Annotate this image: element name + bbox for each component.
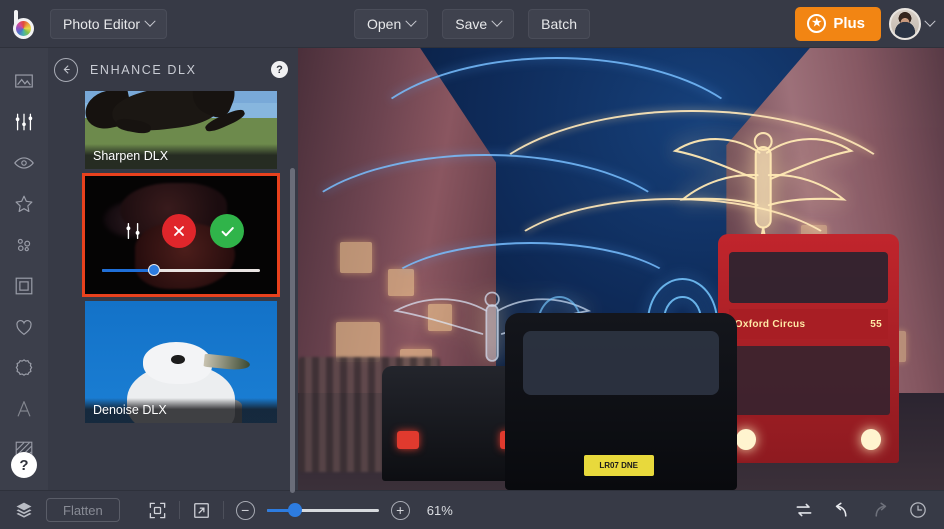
slider-handle[interactable] — [148, 264, 161, 276]
chevron-down-icon — [491, 15, 503, 27]
app-menu-button[interactable]: Photo Editor — [50, 8, 168, 39]
bus-destination-text: Oxford Circus — [734, 318, 806, 330]
open-button[interactable]: Open — [354, 8, 429, 39]
tool-rail: ? — [0, 48, 48, 490]
edited-photo: Oxford Circus 55 LR07 DNE — [298, 48, 944, 490]
sidebar-item-stickers[interactable] — [0, 347, 48, 388]
image-canvas[interactable]: Oxford Circus 55 LR07 DNE — [298, 48, 944, 490]
divider — [178, 501, 180, 519]
sidebar-item-effects[interactable] — [0, 183, 48, 224]
compare-swap-icon[interactable] — [794, 500, 814, 520]
batch-label: Batch — [541, 15, 577, 32]
app-menu-label: Photo Editor — [63, 15, 141, 32]
slider-fill — [102, 269, 155, 272]
apply-effect-button[interactable] — [210, 214, 244, 248]
list-item[interactable]: Denoise DLX — [85, 301, 277, 423]
sidebar-item-retouch[interactable] — [0, 142, 48, 183]
chevron-down-icon — [405, 15, 417, 27]
sidebar-item-text[interactable] — [0, 388, 48, 429]
panel-scrollbar[interactable] — [290, 168, 295, 493]
divider — [222, 501, 224, 519]
cancel-effect-button[interactable] — [162, 214, 196, 248]
question-mark-icon: ? — [276, 63, 283, 76]
black-taxi: LR07 DNE — [504, 313, 738, 490]
history-tools — [794, 500, 934, 520]
redo-arrow-icon[interactable] — [870, 500, 890, 520]
open-label: Open — [367, 15, 402, 32]
bottom-toolbar: Flatten − + 61% — [0, 490, 944, 529]
slider-handle[interactable] — [287, 503, 302, 517]
bus-route-number: 55 — [870, 318, 882, 330]
flatten-label: Flatten — [63, 502, 103, 518]
sidebar-item-image[interactable] — [0, 60, 48, 101]
page-title: ENHANCE DLX — [90, 62, 197, 77]
selected-effect-card[interactable] — [82, 173, 280, 297]
save-label: Save — [455, 15, 488, 32]
panel-header: ENHANCE DLX ? — [48, 48, 298, 91]
top-right-group: ★ Plus — [795, 6, 936, 41]
photo-editor-app: Photo Editor Open Save Batch ★ Plus ? EN… — [0, 0, 944, 529]
list-item-label: Sharpen DLX — [85, 144, 277, 169]
save-button[interactable]: Save — [442, 8, 515, 39]
list-item[interactable]: Sharpen DLX — [85, 91, 277, 169]
zoom-out-button[interactable]: − — [235, 500, 255, 520]
layers-icon[interactable] — [14, 500, 34, 520]
history-clock-icon[interactable] — [908, 500, 928, 520]
effect-strength-slider[interactable] — [102, 264, 260, 276]
double-decker-bus: Oxford Circus 55 — [717, 233, 899, 464]
batch-button[interactable]: Batch — [528, 8, 590, 39]
bus-destination-sign: Oxford Circus 55 — [728, 309, 888, 340]
account-menu[interactable] — [889, 7, 936, 40]
sidebar-item-frames[interactable] — [0, 265, 48, 306]
sidebar-item-adjust[interactable] — [0, 101, 48, 142]
sidebar-item-favorites[interactable] — [0, 306, 48, 347]
help-button[interactable]: ? — [11, 452, 37, 478]
flatten-button[interactable]: Flatten — [46, 498, 120, 522]
star-badge-icon: ★ — [807, 14, 827, 33]
plus-label: Plus — [833, 15, 865, 32]
fit-to-screen-icon[interactable] — [148, 501, 167, 520]
back-arrow-icon[interactable] — [54, 57, 78, 82]
center-menu-group: Open Save Batch — [354, 8, 590, 39]
expand-arrow-icon[interactable] — [192, 501, 211, 520]
bepic-color-wheel-logo[interactable] — [8, 7, 42, 41]
list-item-label: Denoise DLX — [85, 398, 277, 423]
editor-body: ? ENHANCE DLX ? Sharpen DLX Denoise DLX … — [0, 48, 944, 493]
plus-upgrade-button[interactable]: ★ Plus — [795, 6, 881, 41]
effect-thumbnail-list[interactable]: AI-90-97 HDR DLX Sharpen DLX — [48, 91, 298, 490]
top-toolbar: Photo Editor Open Save Batch ★ Plus — [0, 0, 944, 48]
effect-controls — [85, 214, 277, 248]
sliders-icon[interactable] — [118, 220, 148, 242]
zoom-level-label: 61% — [426, 502, 453, 518]
chevron-down-icon — [144, 15, 156, 27]
taxi-plate-text: LR07 DNE — [583, 454, 654, 476]
panel-help-icon[interactable]: ? — [271, 61, 288, 78]
undo-arrow-icon[interactable] — [832, 500, 852, 520]
question-mark-icon: ? — [19, 456, 29, 474]
sidebar-item-overlays[interactable] — [0, 224, 48, 265]
effects-panel: ENHANCE DLX ? AI-90-97 HDR DLX — [48, 48, 298, 493]
chevron-down-icon — [924, 15, 936, 27]
zoom-in-button[interactable]: + — [390, 500, 410, 520]
zoom-slider[interactable] — [266, 503, 379, 517]
avatar — [889, 7, 921, 40]
